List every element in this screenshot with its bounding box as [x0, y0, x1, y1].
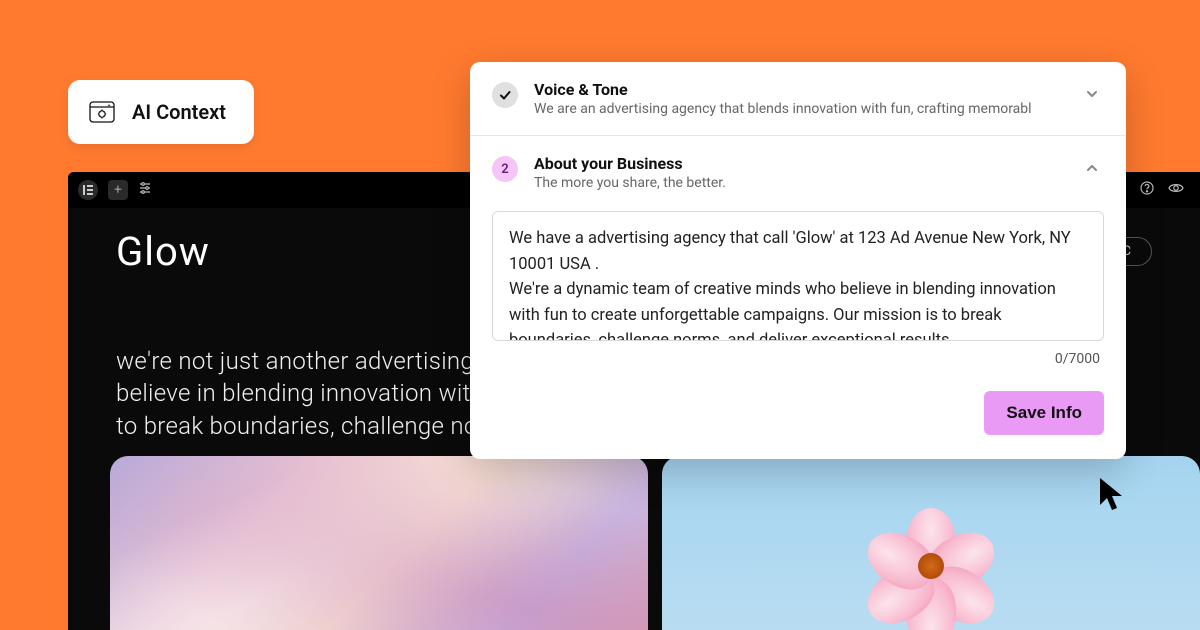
section-subtitle: We are an advertising agency that blends… [534, 101, 1068, 117]
ai-context-chip[interactable]: AI Context [68, 80, 254, 144]
char-count: 0/7000 [470, 345, 1126, 367]
hero-line-1: we're not just another advertising ag [116, 347, 507, 375]
section-title: Voice & Tone [534, 80, 1068, 99]
hero-line-3: to break boundaries, challenge norm [116, 412, 508, 440]
check-icon [492, 82, 518, 108]
chevron-up-icon[interactable] [1084, 160, 1104, 180]
site-logo: Glow [116, 228, 210, 275]
ai-context-gear-icon [88, 98, 116, 126]
chevron-down-icon[interactable] [1084, 86, 1104, 106]
save-info-button[interactable]: Save Info [984, 391, 1104, 435]
add-button[interactable]: + [108, 180, 128, 200]
preview-icon[interactable] [1168, 181, 1184, 199]
settings-icon[interactable] [138, 181, 152, 199]
hero-image-left [110, 456, 648, 630]
step-number-badge: 2 [492, 156, 518, 182]
image-row [110, 456, 1200, 630]
ai-context-label: AI Context [132, 100, 226, 124]
hero-image-right [662, 456, 1200, 630]
business-description-textarea[interactable]: We have a advertising agency that call '… [492, 211, 1104, 341]
hero-line-2: believe in blending innovation with fu [116, 379, 512, 407]
section-subtitle: The more you share, the better. [534, 175, 1068, 191]
section-title: About your Business [534, 154, 1068, 173]
ai-context-panel: Voice & Tone We are an advertising agenc… [470, 62, 1126, 459]
section-voice-tone[interactable]: Voice & Tone We are an advertising agenc… [470, 62, 1126, 136]
elementor-logo-icon[interactable] [78, 180, 98, 200]
section-about-business[interactable]: 2 About your Business The more you share… [470, 136, 1126, 195]
help-icon[interactable] [1140, 181, 1154, 199]
